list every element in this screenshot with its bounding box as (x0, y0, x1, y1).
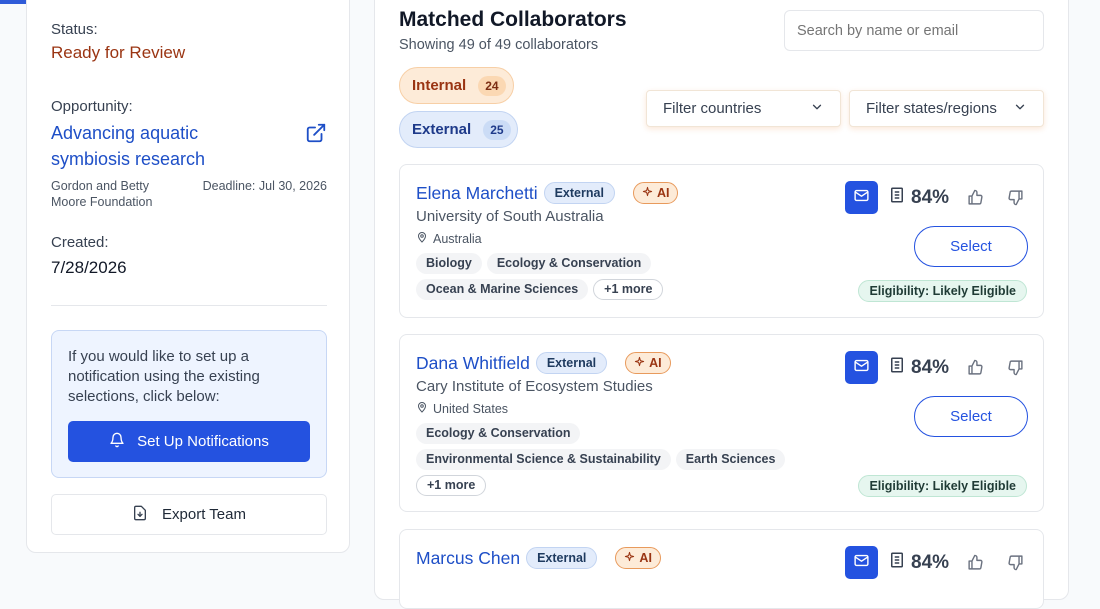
ai-badge: AI (615, 547, 661, 569)
tag: Biology (416, 253, 482, 274)
chevron-down-icon (1013, 100, 1027, 118)
more-tags-button[interactable]: +1 more (593, 279, 664, 300)
institution: Cary Institute of Ecosystem Studies (416, 378, 653, 395)
collaborator-card: Marcus Chen External AI 84% (399, 529, 1044, 609)
location-label: Australia (433, 231, 482, 246)
deadline: Deadline: Jul 30, 2026 (202, 179, 327, 193)
tag: Ecology & Conservation (416, 423, 581, 444)
sparkle-icon (634, 356, 645, 370)
mail-icon (853, 552, 870, 574)
external-pill-label: External (412, 121, 472, 138)
export-team-label: Export Team (162, 506, 246, 523)
opportunity-label: Opportunity: (51, 98, 133, 115)
collaborator-card: Dana Whitfield External AI Cary Institut… (399, 334, 1044, 512)
ai-badge-label: AI (649, 356, 662, 370)
collaborator-name[interactable]: Marcus Chen (416, 548, 520, 569)
tag: Ocean & Marine Sciences (416, 279, 589, 300)
thumbs-up-icon[interactable] (961, 189, 989, 206)
email-button[interactable] (845, 351, 878, 384)
status-label: Status: (51, 21, 98, 38)
document-icon (888, 550, 906, 576)
thumbs-down-icon[interactable] (1001, 554, 1029, 571)
match-score: 84% (888, 550, 949, 576)
collaborator-name[interactable]: Elena Marchetti (416, 183, 538, 204)
tag-list: Biology Ecology & Conservation Ocean & M… (416, 253, 676, 300)
more-tags-button[interactable]: +1 more (416, 475, 487, 496)
thumbs-down-icon[interactable] (1001, 359, 1029, 376)
filter-states-select[interactable]: Filter states/regions (849, 90, 1044, 127)
external-filter-pill[interactable]: External 25 (399, 111, 518, 148)
thumbs-up-icon[interactable] (961, 554, 989, 571)
match-score-value: 84% (911, 356, 950, 378)
map-pin-icon (416, 231, 428, 246)
collaborator-name[interactable]: Dana Whitfield (416, 353, 530, 374)
email-button[interactable] (845, 181, 878, 214)
document-icon (888, 355, 906, 381)
thumbs-down-icon[interactable] (1001, 189, 1029, 206)
chevron-down-icon (810, 100, 824, 118)
mail-icon (853, 357, 870, 379)
sparkle-icon (624, 551, 635, 565)
ai-badge: AI (632, 182, 679, 204)
match-score-value: 84% (911, 186, 950, 208)
eligibility-badge: Eligibility: Likely Eligible (858, 475, 1027, 497)
match-score: 84% (888, 355, 949, 381)
created-value: 7/28/2026 (51, 258, 127, 277)
select-button[interactable]: Select (914, 226, 1028, 267)
page-title: Matched Collaborators (399, 8, 627, 31)
tag: Environmental Science & Sustainability (416, 449, 671, 470)
ai-badge: AI (625, 352, 671, 374)
email-button[interactable] (845, 546, 878, 579)
matched-collaborators-panel: Matched Collaborators Showing 49 of 49 c… (374, 0, 1069, 609)
mail-icon (853, 187, 870, 209)
opportunity-summary-panel: Status: Ready for Review Opportunity: Ad… (26, 0, 350, 553)
notification-text: If you would like to set up a notificati… (68, 348, 260, 405)
filter-countries-select[interactable]: Filter countries (646, 90, 841, 127)
collaborator-card: Elena Marchetti External AI University o… (399, 164, 1044, 318)
match-score: 84% (888, 185, 949, 211)
internal-pill-label: Internal (412, 77, 467, 94)
filter-states-label: Filter states/regions (866, 100, 997, 117)
tag: Ecology & Conservation (486, 253, 652, 274)
internal-count: 24 (478, 75, 506, 96)
results-count: Showing 49 of 49 collaborators (399, 37, 599, 53)
external-badge: External (526, 547, 598, 569)
notification-box: If you would like to set up a notificati… (51, 330, 327, 478)
institution: University of South Australia (416, 208, 604, 225)
map-pin-icon (416, 401, 428, 416)
external-badge: External (543, 182, 615, 204)
divider (51, 305, 327, 306)
location: United States (416, 401, 508, 416)
select-button[interactable]: Select (914, 396, 1028, 437)
eligibility-badge: Eligibility: Likely Eligible (858, 280, 1027, 302)
location: Australia (416, 231, 482, 246)
file-download-icon (132, 505, 148, 525)
document-icon (888, 185, 906, 211)
external-badge: External (535, 352, 608, 374)
ai-badge-label: AI (656, 186, 670, 200)
external-link-icon[interactable] (305, 122, 327, 144)
filter-countries-label: Filter countries (663, 100, 762, 117)
created-label: Created: (51, 234, 109, 251)
search-input[interactable] (784, 10, 1044, 51)
tag: Earth Sciences (675, 449, 786, 470)
location-label: United States (433, 401, 509, 416)
sparkle-icon (642, 186, 653, 200)
match-score-value: 84% (911, 551, 950, 573)
set-up-notifications-label: Set Up Notifications (137, 433, 269, 450)
export-team-button[interactable]: Export Team (51, 494, 327, 535)
internal-filter-pill[interactable]: Internal 24 (399, 67, 514, 104)
tag-list: Ecology & Conservation Environmental Sci… (416, 423, 796, 496)
funder-name: Gordon and Betty Moore Foundation (51, 179, 153, 209)
set-up-notifications-button[interactable]: Set Up Notifications (68, 421, 310, 462)
opportunity-title-link[interactable]: Advancing aquatic symbiosis research (51, 120, 281, 172)
status-value: Ready for Review (51, 43, 186, 62)
thumbs-up-icon[interactable] (961, 359, 989, 376)
external-count: 25 (483, 119, 511, 140)
bell-icon (109, 432, 125, 452)
ai-badge-label: AI (639, 551, 652, 565)
